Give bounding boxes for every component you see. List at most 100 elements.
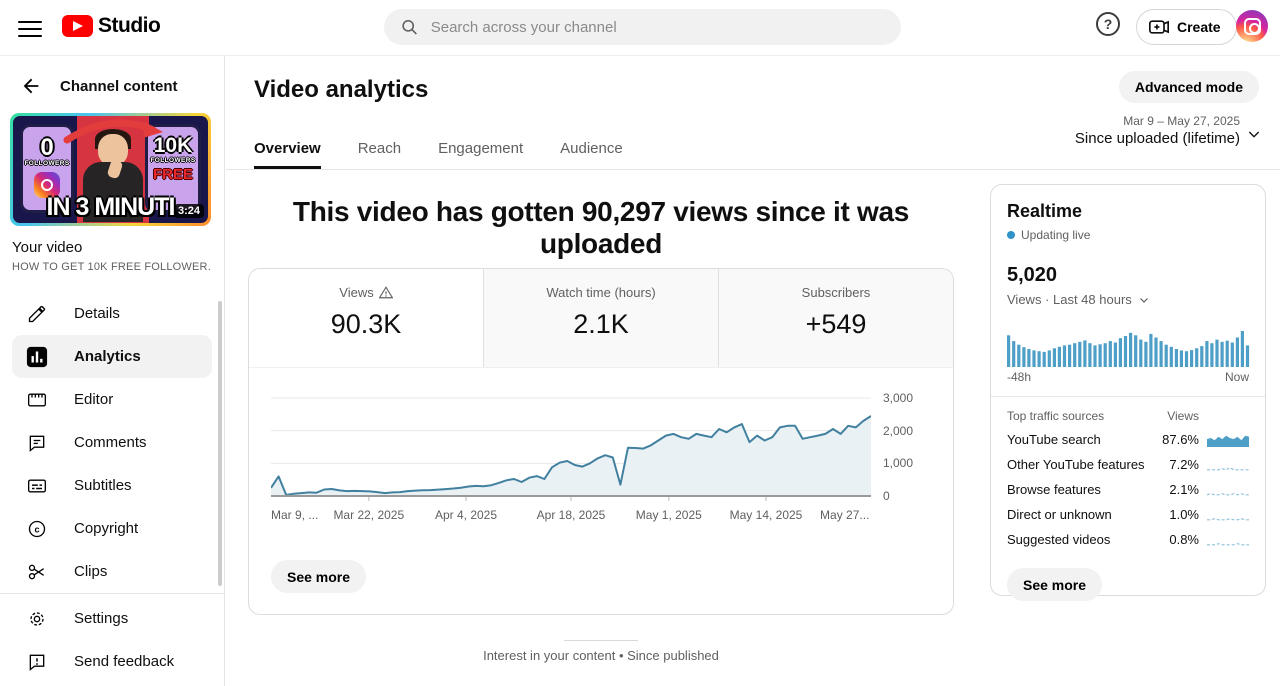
- traffic-source-value: 7.2%: [1155, 457, 1199, 472]
- traffic-row-other-features[interactable]: Other YouTube features 7.2%: [1007, 452, 1249, 477]
- realtime-title: Realtime: [1007, 201, 1249, 222]
- metric-value: +549: [719, 309, 953, 340]
- traffic-sparkline: [1207, 457, 1249, 473]
- traffic-source-value: 1.0%: [1155, 507, 1199, 522]
- video-duration-badge: 3:24: [174, 204, 204, 218]
- top-bar: Studio ? Create: [0, 0, 1280, 56]
- comments-icon: [26, 432, 48, 454]
- sidebar-footer-menu: Settings Send feedback: [0, 597, 224, 683]
- realtime-see-more-button[interactable]: See more: [1007, 568, 1102, 601]
- analytics-tabs: Overview Reach Engagement Audience: [254, 140, 660, 169]
- channel-avatar[interactable]: [1236, 10, 1268, 42]
- back-arrow-icon[interactable]: [20, 75, 42, 97]
- traffic-row-youtube-search[interactable]: YouTube search 87.6%: [1007, 427, 1249, 452]
- metric-label: Watch time (hours): [546, 285, 655, 300]
- realtime-bar-chart: -48h Now: [1007, 329, 1249, 384]
- tab-audience[interactable]: Audience: [560, 140, 623, 169]
- copyright-icon: c: [26, 518, 48, 540]
- sidebar-item-details[interactable]: Details: [0, 292, 224, 335]
- metric-tab-subscribers[interactable]: Subscribers +549: [718, 269, 953, 367]
- sidebar-item-label: Send feedback: [74, 653, 174, 670]
- tab-reach[interactable]: Reach: [358, 140, 401, 169]
- realtime-axis-right: Now: [1225, 370, 1249, 384]
- traffic-sources-table: Top traffic sources Views YouTube search…: [1007, 409, 1249, 552]
- sidebar-item-subtitles[interactable]: Subtitles: [0, 464, 224, 507]
- pencil-icon: [26, 303, 48, 325]
- advanced-mode-button[interactable]: Advanced mode: [1119, 71, 1259, 103]
- video-title: HOW TO GET 10K FREE FOLLOWER...: [12, 261, 212, 273]
- main-area: Video analytics Advanced mode Overview R…: [226, 56, 1280, 686]
- svg-text:c: c: [34, 524, 39, 534]
- next-card-divider: [564, 640, 638, 641]
- create-video-icon: [1149, 19, 1169, 35]
- traffic-row-direct-unknown[interactable]: Direct or unknown 1.0%: [1007, 502, 1249, 527]
- traffic-source-label: YouTube search: [1007, 432, 1155, 447]
- next-section-note: Interest in your content • Since publish…: [248, 648, 954, 663]
- metric-value: 2.1K: [484, 309, 718, 340]
- video-thumbnail[interactable]: 0 FOLLOWERS 10K FOLLOWERS FREE IN 3 MINU…: [10, 113, 211, 226]
- instagram-camera-icon: [1244, 18, 1261, 35]
- channel-search[interactable]: [384, 9, 901, 45]
- metric-label: Subscribers: [802, 285, 871, 300]
- page-title: Video analytics: [254, 76, 428, 104]
- studio-wordmark: Studio: [98, 14, 160, 38]
- sidebar-item-label: Comments: [74, 434, 147, 451]
- traffic-row-browse-features[interactable]: Browse features 2.1%: [1007, 477, 1249, 502]
- hamburger-menu-icon[interactable]: [18, 16, 42, 40]
- metric-tab-views[interactable]: Views 90.3K: [249, 269, 483, 367]
- sidebar: Channel content 0 FOLLOWERS 10K FOLLOWER…: [0, 56, 225, 686]
- views-line-chart[interactable]: 01,0002,0003,000 Mar 9, ...Mar 22, 2025A…: [271, 390, 869, 550]
- scissors-icon: [26, 561, 48, 583]
- sidebar-item-editor[interactable]: Editor: [0, 378, 224, 421]
- create-button[interactable]: Create: [1136, 9, 1237, 45]
- live-dot-icon: [1007, 231, 1015, 239]
- realtime-views-selector[interactable]: Views · Last 48 hours: [1007, 292, 1249, 307]
- traffic-source-label: Browse features: [1007, 482, 1155, 497]
- warning-icon: [379, 286, 393, 299]
- date-range-selector[interactable]: Mar 9 – May 27, 2025 Since uploaded (lif…: [1075, 114, 1240, 147]
- sidebar-item-label: Settings: [74, 610, 128, 627]
- help-icon[interactable]: ?: [1096, 12, 1120, 36]
- sidebar-item-label: Copyright: [74, 520, 138, 537]
- back-label[interactable]: Channel content: [60, 78, 178, 95]
- sidebar-item-label: Analytics: [74, 348, 141, 365]
- traffic-row-suggested-videos[interactable]: Suggested videos 0.8%: [1007, 527, 1249, 552]
- search-input[interactable]: [431, 19, 885, 36]
- sidebar-item-settings[interactable]: Settings: [0, 597, 224, 640]
- your-video-label: Your video: [12, 239, 82, 256]
- sidebar-menu: Details Analytics Editor Comments Subtit…: [0, 292, 224, 593]
- tab-overview[interactable]: Overview: [254, 140, 321, 169]
- sidebar-item-send-feedback[interactable]: Send feedback: [0, 640, 224, 683]
- youtube-studio-logo[interactable]: Studio: [62, 14, 160, 38]
- views-headline: This video has gotten 90,297 views since…: [248, 196, 954, 260]
- realtime-axis-left: -48h: [1007, 370, 1031, 384]
- traffic-sparkline: [1207, 532, 1249, 548]
- sidebar-item-copyright[interactable]: c Copyright: [0, 507, 224, 550]
- traffic-source-value: 87.6%: [1155, 432, 1199, 447]
- editor-icon: [26, 389, 48, 411]
- traffic-source-label: Suggested videos: [1007, 532, 1155, 547]
- feedback-icon: [26, 651, 48, 673]
- date-mode-text: Since uploaded (lifetime): [1075, 130, 1240, 147]
- tab-engagement[interactable]: Engagement: [438, 140, 523, 169]
- search-icon: [400, 17, 419, 37]
- subtitles-icon: [26, 475, 48, 497]
- chevron-down-icon[interactable]: [1246, 126, 1262, 142]
- metric-tab-watch-time[interactable]: Watch time (hours) 2.1K: [483, 269, 718, 367]
- traffic-views-header: Views: [1155, 409, 1199, 423]
- traffic-sparkline: [1207, 507, 1249, 523]
- key-metrics-card: Views 90.3K Watch time (hours) 2.1K Subs…: [248, 268, 954, 615]
- see-more-button[interactable]: See more: [271, 560, 366, 593]
- updating-live-label: Updating live: [1021, 228, 1090, 242]
- sidebar-scrollbar[interactable]: [218, 301, 222, 586]
- analytics-header: Video analytics Advanced mode Overview R…: [226, 56, 1280, 170]
- sidebar-item-label: Editor: [74, 391, 113, 408]
- realtime-card: Realtime Updating live 5,020 Views · Las…: [990, 184, 1266, 596]
- sidebar-item-analytics[interactable]: Analytics: [12, 335, 212, 378]
- sidebar-item-label: Details: [74, 305, 120, 322]
- realtime-divider: [991, 396, 1265, 397]
- sidebar-item-clips[interactable]: Clips: [0, 550, 224, 593]
- thumbnail-arrow-icon: [61, 118, 165, 144]
- sidebar-item-comments[interactable]: Comments: [0, 421, 224, 464]
- traffic-source-value: 0.8%: [1155, 532, 1199, 547]
